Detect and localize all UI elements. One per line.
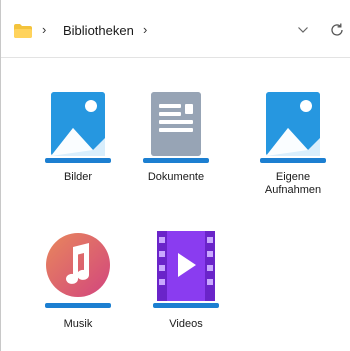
address-bar[interactable]: › Bibliotheken ›: [1, 0, 350, 58]
documents-library-icon: [143, 92, 209, 163]
library-item-eigene-aufnahmen[interactable]: Eigene Aufnahmen: [248, 88, 338, 197]
breadcrumb-separator[interactable]: ›: [42, 22, 46, 37]
pictures-library-icon: [45, 92, 111, 163]
library-item-bilder[interactable]: Bilder: [33, 88, 123, 184]
chevron-down-icon[interactable]: [297, 26, 309, 34]
library-item-videos[interactable]: Videos: [141, 225, 231, 331]
library-label: Bilder: [63, 171, 93, 183]
videos-library-icon: [153, 231, 219, 308]
library-label-line1: Eigene: [275, 171, 311, 183]
library-label: Dokumente: [147, 171, 205, 183]
refresh-icon[interactable]: [329, 22, 345, 38]
breadcrumb-separator[interactable]: ›: [143, 22, 147, 37]
library-grid: Bilder Dokumente Eigene Aufnahmen Musik …: [1, 58, 350, 351]
library-item-dokumente[interactable]: Dokumente: [131, 88, 221, 184]
library-label: Videos: [169, 318, 203, 330]
breadcrumb-item-bibliotheken[interactable]: Bibliotheken: [63, 23, 134, 38]
library-item-musik[interactable]: Musik: [33, 225, 123, 331]
camera-roll-library-icon: [260, 92, 326, 163]
folder-icon: [14, 24, 32, 38]
file-explorer-window: › Bibliotheken › Bilder Dokumente Eigene…: [0, 0, 350, 351]
music-library-icon: [45, 233, 111, 308]
library-label: Musik: [63, 318, 93, 330]
library-label-line2: Aufnahmen: [264, 184, 322, 196]
